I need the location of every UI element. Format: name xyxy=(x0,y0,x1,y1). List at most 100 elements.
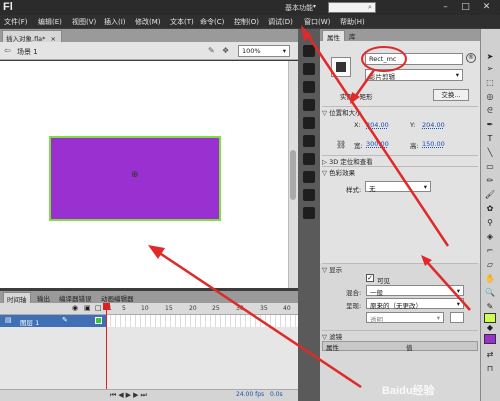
3d-position-header[interactable]: ▷ 3D 定位和查看 xyxy=(322,155,478,166)
lasso-icon[interactable]: ᘓ xyxy=(484,106,496,116)
tab-output[interactable]: 输出 xyxy=(34,292,53,303)
history-panel-icon[interactable] xyxy=(303,189,315,201)
rectangle-tool-icon[interactable]: ▭ xyxy=(484,162,496,172)
playhead[interactable] xyxy=(106,303,107,390)
chevron-down-icon: ▾ xyxy=(456,300,460,308)
transparent-value: 透明 xyxy=(370,316,383,324)
edit-symbol-icon[interactable]: ❖ xyxy=(222,46,229,55)
outline-icon[interactable]: □ xyxy=(95,304,102,312)
scene-panel-icon[interactable] xyxy=(303,207,315,219)
search-icon[interactable]: ⌕ xyxy=(368,3,372,12)
maximize-button[interactable]: □ xyxy=(458,1,473,13)
deco-tool-icon[interactable]: ✿ xyxy=(484,204,496,214)
menu-modify[interactable]: 修改(M) xyxy=(135,17,161,27)
visible-checkbox[interactable]: ✓ xyxy=(366,274,374,282)
selection-tool-icon[interactable]: ➤ xyxy=(484,52,496,62)
transform-panel-icon[interactable] xyxy=(303,117,315,129)
line-tool-icon[interactable]: ╲ xyxy=(484,148,496,158)
frame-row[interactable] xyxy=(106,315,298,327)
code-snippets-icon[interactable] xyxy=(303,135,315,147)
menu-file[interactable]: 文件(F) xyxy=(4,17,28,27)
chevron-down-icon[interactable]: ▾ xyxy=(313,3,316,10)
zoom-tool-icon[interactable]: 🔍 xyxy=(484,288,496,298)
transparent-select[interactable]: 透明 ▾ xyxy=(366,312,444,324)
menu-help[interactable]: 帮助(H) xyxy=(340,17,365,27)
render-select[interactable]: 原来的（无更改） ▾ xyxy=(366,298,464,310)
instance-name-input[interactable]: Rect_mc xyxy=(365,53,463,65)
color-panel-icon[interactable] xyxy=(303,45,315,57)
free-transform-icon[interactable]: ⬚ xyxy=(484,78,496,88)
height-value[interactable]: 150.00 xyxy=(422,140,445,148)
tab-timeline[interactable]: 时间轴 xyxy=(3,292,31,304)
3d-rotation-icon[interactable]: ◎ xyxy=(484,92,496,102)
components-panel-icon[interactable] xyxy=(303,153,315,165)
zoom-select[interactable]: 100% ▾ xyxy=(238,45,290,57)
subselection-tool-icon[interactable]: ➢ xyxy=(484,64,496,74)
filters-header[interactable]: ▽ 滤镜 xyxy=(322,330,478,341)
position-size-header[interactable]: ▽ 位置和大小 xyxy=(322,106,478,117)
symbol-type-select[interactable]: 影片剪辑 ▾ xyxy=(365,69,463,81)
brush-tool-icon[interactable]: 🖌 xyxy=(484,190,496,200)
menu-view[interactable]: 视图(V) xyxy=(72,17,96,27)
menu-debug[interactable]: 调试(D) xyxy=(268,17,293,27)
swap-colors-icon[interactable]: ⇄ xyxy=(484,350,496,360)
x-value[interactable]: 204.00 xyxy=(366,121,389,129)
tab-motion-editor[interactable]: 动画编辑器 xyxy=(98,292,137,303)
info-panel-icon[interactable] xyxy=(303,99,315,111)
menu-insert[interactable]: 插入(I) xyxy=(104,17,126,27)
link-icon[interactable]: ⛓ xyxy=(336,140,346,149)
pencil-tool-icon[interactable]: ✏ xyxy=(484,176,496,186)
swatches-panel-icon[interactable] xyxy=(303,63,315,75)
scrollbar-thumb[interactable] xyxy=(290,150,296,200)
width-value[interactable]: 300.00 xyxy=(366,140,389,148)
eraser-icon[interactable]: ▱ xyxy=(484,260,496,270)
stroke-color-swatch[interactable] xyxy=(484,313,496,323)
eyedropper-icon[interactable]: ⌐ xyxy=(484,246,496,256)
stroke-color-icon[interactable]: ✎ xyxy=(484,302,496,312)
minimize-button[interactable]: – xyxy=(438,1,453,13)
display-header[interactable]: ▽ 显示 xyxy=(322,263,478,274)
close-button[interactable]: ✕ xyxy=(479,1,494,13)
layer-row[interactable] xyxy=(0,315,106,327)
pen-tool-icon[interactable]: ✒ xyxy=(484,120,496,130)
fill-color-swatch[interactable] xyxy=(484,334,496,344)
style-select[interactable]: 无 ▾ xyxy=(365,181,431,193)
swap-button[interactable]: 交换... xyxy=(433,89,469,101)
menu-edit[interactable]: 编辑(E) xyxy=(38,17,62,27)
playhead-handle[interactable] xyxy=(103,303,110,310)
snap-icon[interactable]: ⊓ xyxy=(484,364,496,374)
align-panel-icon[interactable] xyxy=(303,81,315,93)
hand-tool-icon[interactable]: ✋ xyxy=(484,274,496,284)
playback-controls-icon[interactable]: ⏮◀▶▶⏭ xyxy=(110,391,149,400)
edit-scene-icon[interactable]: ✎ xyxy=(208,46,215,55)
ruler-number: 10 xyxy=(141,305,149,312)
layer-name[interactable]: 图层 1 xyxy=(20,317,39,327)
tab-properties[interactable]: 属性 xyxy=(322,30,345,42)
bone-tool-icon[interactable]: ⚲ xyxy=(484,218,496,228)
app-logo: Fl xyxy=(3,1,13,13)
edit-instance-icon[interactable]: ® xyxy=(466,53,476,63)
menu-text[interactable]: 文本(T) xyxy=(170,17,194,27)
workspace-switcher[interactable]: 基本功能 xyxy=(285,3,313,13)
paint-bucket-icon[interactable]: ◈ xyxy=(484,232,496,242)
scene-breadcrumb[interactable]: 场景 1 xyxy=(17,47,38,57)
blend-select[interactable]: 一般 ▾ xyxy=(366,285,464,297)
bg-color-swatch[interactable] xyxy=(450,312,464,323)
layer-color-swatch[interactable] xyxy=(95,317,102,324)
document-tab[interactable]: 插入对象.fla* × xyxy=(2,30,62,43)
color-effect-header[interactable]: ▽ 色彩效果 xyxy=(322,166,478,177)
eye-icon[interactable]: ◉ xyxy=(72,304,78,312)
filters-table-header xyxy=(322,341,478,351)
menu-control[interactable]: 控制(O) xyxy=(234,17,259,27)
y-value[interactable]: 204.00 xyxy=(422,121,445,129)
menu-commands[interactable]: 命令(C) xyxy=(200,17,224,27)
fill-color-icon[interactable]: ◆ xyxy=(484,323,496,333)
menu-window[interactable]: 窗口(W) xyxy=(304,17,330,27)
tab-library[interactable]: 库 xyxy=(345,30,360,41)
motion-presets-icon[interactable] xyxy=(303,171,315,183)
back-arrow-icon[interactable]: ⇦ xyxy=(4,46,11,55)
fps-value[interactable]: 24.00 fps xyxy=(236,391,264,398)
text-tool-icon[interactable]: T xyxy=(484,134,496,144)
tab-compiler-errors[interactable]: 编译器错误 xyxy=(56,292,95,303)
lock-icon[interactable]: ▣ xyxy=(84,304,91,312)
